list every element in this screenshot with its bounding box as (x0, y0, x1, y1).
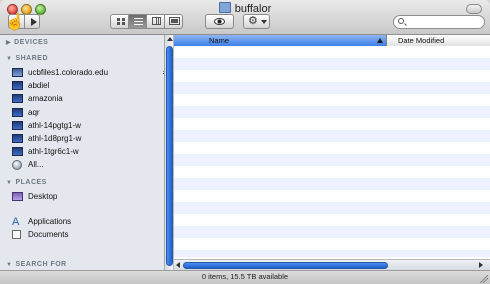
horizontal-scrollbar[interactable] (174, 259, 490, 270)
disclosure-triangle-icon: ▼ (6, 180, 13, 186)
search-input[interactable] (408, 16, 480, 28)
vertical-scroll-thumb[interactable] (166, 46, 173, 266)
gear-icon: ⚙ (248, 15, 258, 27)
column-header-date-modified[interactable]: Date Modified (398, 35, 444, 46)
computer-icon (12, 134, 23, 143)
hand-cursor-icon: ☝ (5, 14, 25, 31)
quick-look-button[interactable] (205, 14, 234, 29)
cover-flow-button[interactable] (165, 15, 182, 28)
cover-flow-icon (169, 17, 180, 25)
action-menu-button[interactable]: ⚙ (243, 14, 270, 29)
icon-view-button[interactable] (111, 15, 129, 28)
computer-icon (12, 94, 23, 103)
folder-icon (218, 2, 231, 13)
vertical-scrollbar[interactable] (165, 35, 174, 270)
scroll-right-icon[interactable] (479, 262, 483, 268)
column-header-name[interactable]: Name (174, 35, 387, 46)
computer-icon (12, 147, 23, 156)
forward-arrow-icon (31, 18, 37, 26)
titlebar: buffalor ⚙ ☝ (0, 0, 490, 35)
sidebar-section-shared[interactable]: ▼ SHARED (6, 55, 48, 62)
sidebar-section-devices[interactable]: ▶ DEVICES (6, 39, 48, 46)
sidebar-section-places[interactable]: ▼ PLACES (6, 179, 47, 186)
finder-window: buffalor ⚙ ☝ ▶ DEVICES ▼ SHARED ucbfiles… (0, 0, 490, 284)
resize-grip-icon[interactable] (480, 275, 488, 283)
disclosure-triangle-icon: ▶ (6, 40, 12, 46)
file-list-pane: Name Date Modified (165, 35, 490, 270)
horizontal-scroll-thumb[interactable] (183, 262, 388, 269)
icon-view-icon (117, 18, 125, 25)
network-globe-icon (12, 160, 22, 170)
file-list-rows[interactable] (174, 46, 490, 257)
view-mode-switcher (110, 14, 183, 29)
status-text: 0 items, 15.5 TB available (201, 272, 289, 281)
desktop-icon (12, 192, 23, 201)
search-icon (398, 18, 404, 24)
sidebar: ▶ DEVICES ▼ SHARED ucbfiles1.colorado.edu … (0, 35, 165, 270)
sidebar-section-search-for[interactable]: ▼ SEARCH FOR (6, 261, 67, 268)
eye-icon (214, 18, 225, 25)
server-icon (12, 68, 23, 77)
computer-icon (12, 81, 23, 90)
forward-button[interactable] (25, 15, 41, 28)
list-view-icon (134, 18, 143, 25)
column-view-icon (152, 17, 161, 25)
disclosure-triangle-icon: ▼ (6, 56, 13, 62)
search-field[interactable] (393, 15, 485, 29)
disclosure-triangle-icon: ▼ (6, 262, 13, 268)
status-bar: 0 items, 15.5 TB available (0, 270, 490, 284)
document-icon (12, 230, 21, 239)
computer-icon (12, 108, 23, 117)
column-view-button[interactable] (147, 15, 165, 28)
computer-icon (12, 121, 23, 130)
scroll-left-icon[interactable] (176, 262, 180, 268)
sort-ascending-icon (377, 38, 383, 43)
applications-icon: A (12, 216, 20, 228)
scroll-up-icon[interactable] (167, 37, 173, 41)
toolbar-toggle-button[interactable] (466, 4, 482, 14)
chevron-down-icon (261, 20, 267, 24)
sidebar-item-shared[interactable]: ucbfiles1.colorado.edu (12, 67, 164, 79)
list-view-button[interactable] (129, 15, 147, 28)
